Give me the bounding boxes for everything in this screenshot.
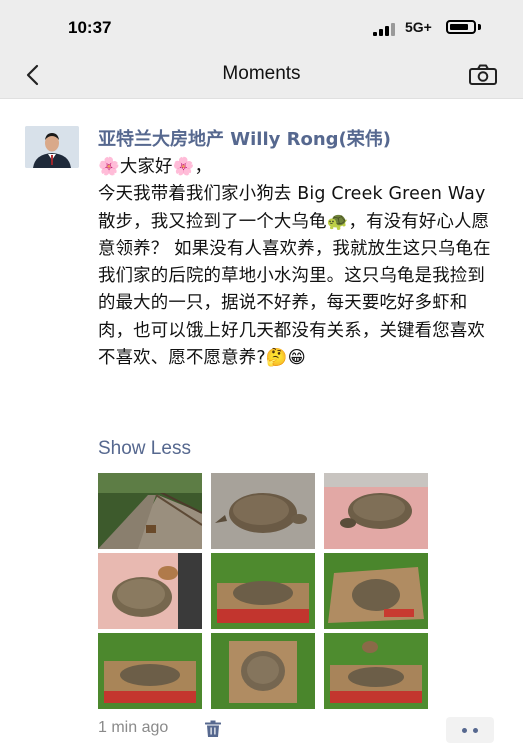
post-text: 🌸大家好🌸， 今天我带着我们家小狗去 Big Creek Green Way 散… bbox=[98, 157, 491, 369]
photo-turtle-box-dog[interactable] bbox=[324, 633, 428, 709]
post-timestamp: 1 min ago bbox=[98, 719, 169, 736]
cellular-signal-icon bbox=[373, 22, 399, 36]
photo-turtle-pavement[interactable] bbox=[211, 473, 315, 549]
photo-turtle-box-overhead[interactable] bbox=[211, 633, 315, 709]
nav-bar: Moments bbox=[0, 52, 523, 98]
status-bar: 10:37 5G+ bbox=[0, 0, 523, 52]
avatar[interactable] bbox=[25, 126, 79, 168]
photo-turtle-box-top[interactable] bbox=[324, 553, 428, 629]
photo-grid bbox=[98, 473, 428, 709]
clock: 10:37 bbox=[68, 18, 112, 37]
battery-icon bbox=[446, 20, 476, 34]
trash-icon[interactable] bbox=[204, 720, 222, 738]
page-title: Moments bbox=[222, 63, 301, 84]
network-type: 5G+ bbox=[405, 19, 432, 35]
photo-turtle-rug[interactable] bbox=[324, 473, 428, 549]
battery-tip bbox=[478, 24, 481, 30]
photo-boardwalk-dog[interactable] bbox=[98, 473, 202, 549]
divider bbox=[0, 98, 523, 99]
more-dots-icon[interactable] bbox=[446, 717, 494, 743]
show-less-link[interactable]: Show Less bbox=[98, 438, 191, 460]
camera-icon[interactable] bbox=[468, 64, 498, 86]
photo-turtle-box-grass[interactable] bbox=[211, 553, 315, 629]
photo-turtle-car[interactable] bbox=[98, 553, 202, 629]
post-author[interactable]: 亚特兰大房地产 Willy Rong(荣伟) bbox=[98, 125, 391, 151]
photo-turtle-box-front[interactable] bbox=[98, 633, 202, 709]
